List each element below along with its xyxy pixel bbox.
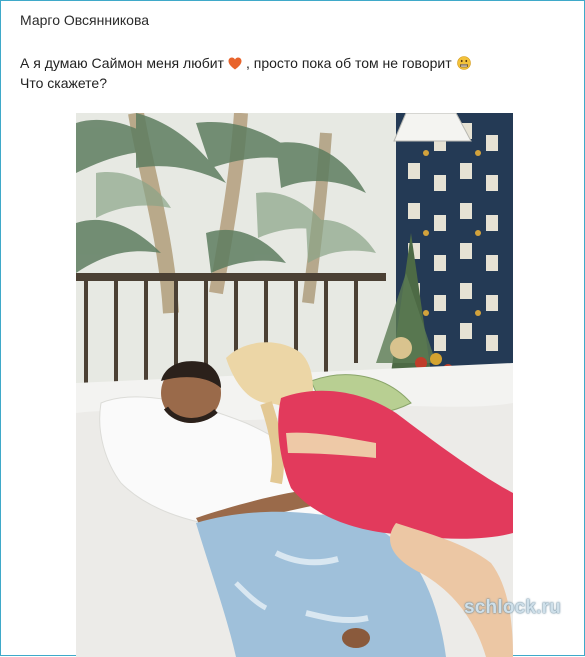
post-text: А я думаю Саймон меня любит , просто пок…	[20, 53, 471, 93]
heart-icon	[228, 57, 242, 69]
post-text-part-1: А я думаю Саймон меня любит	[20, 55, 224, 71]
post-question: Что скажете?	[20, 75, 107, 91]
post-text-line-2: Что скажете?	[20, 73, 471, 93]
post-text-line-1: А я думаю Саймон меня любит , просто пок…	[20, 53, 471, 73]
post-photo[interactable]	[76, 113, 513, 657]
grimacing-face-icon	[456, 56, 471, 70]
post-author-name[interactable]: Марго Овсянникова	[20, 12, 149, 28]
post-text-part-2: , просто пока об том не говорит	[245, 55, 452, 71]
post-card: Марго Овсянникова А я думаю Саймон меня …	[0, 0, 585, 657]
watermark-text: schlock.ru	[464, 597, 562, 618]
photo-illustration	[76, 113, 513, 657]
